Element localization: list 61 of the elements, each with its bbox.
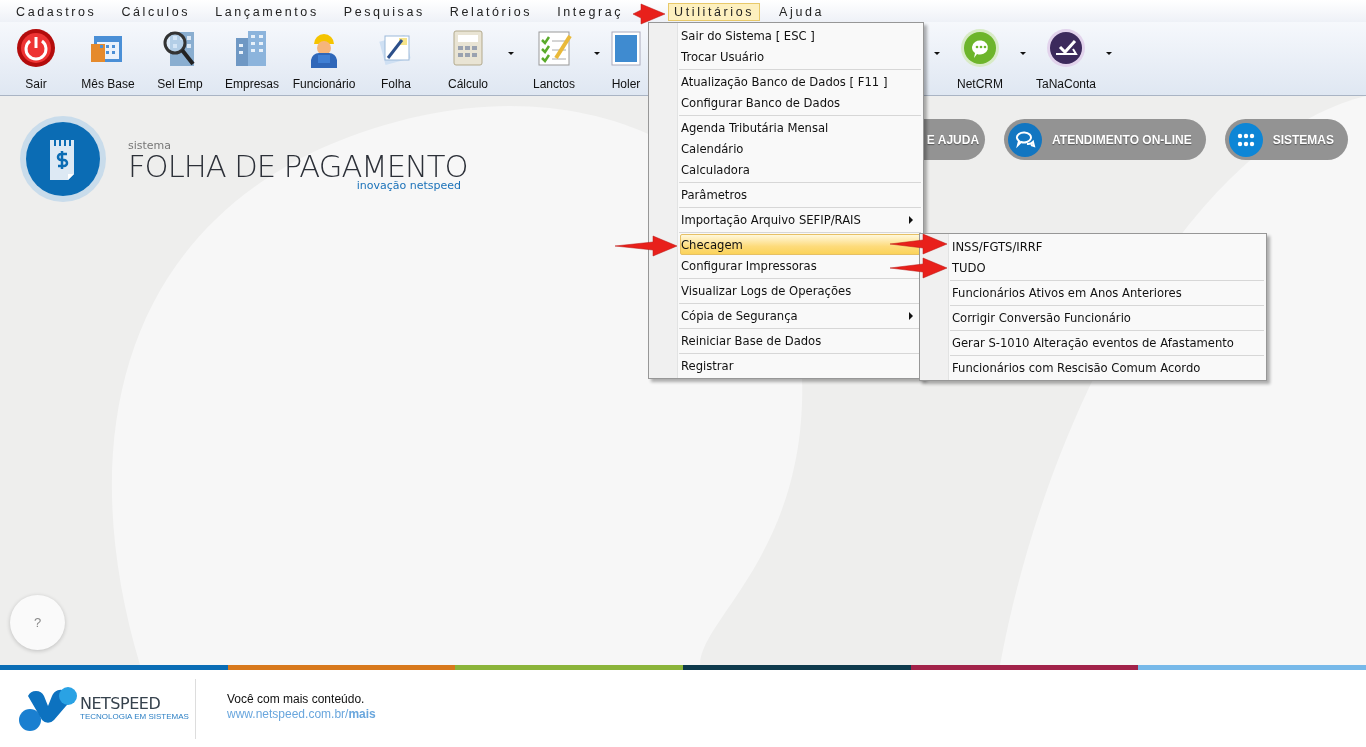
chat-icon [1008, 122, 1043, 157]
toolbar-button[interactable]: Sair [0, 22, 72, 95]
menu-bar-item[interactable]: Lançamentos [209, 3, 325, 21]
menu-item[interactable]: Agenda Tributária Mensal [680, 117, 921, 138]
tagline: inovação netspeed [356, 180, 461, 192]
system-label: sistema [128, 140, 173, 152]
menu-item[interactable]: Visualizar Logs de Operações [680, 280, 921, 301]
checkmark-icon [1046, 28, 1086, 68]
menu-item[interactable]: Funcionários com Rescisão Comum Acordo [951, 357, 1264, 378]
dropdown-caret-icon[interactable] [508, 52, 514, 55]
menu-item[interactable]: Configurar Banco de Dados [680, 92, 921, 113]
menu-item[interactable]: Importação Arquivo SEFIP/RAIS [680, 209, 921, 230]
toolbar-button[interactable]: Empresas [216, 22, 288, 95]
dropdown-caret-icon[interactable] [594, 52, 600, 55]
menu-item[interactable]: Sair do Sistema [ ESC ] [680, 25, 921, 46]
menu-item[interactable]: Cópia de Segurança [680, 305, 921, 326]
menu-item[interactable]: TUDO [951, 257, 1264, 278]
annotation-arrow [890, 233, 947, 255]
menu-item[interactable]: Parâmetros [680, 184, 921, 205]
toolbar-button[interactable]: Mês Base [72, 22, 144, 95]
menu-item[interactable]: Corrigir Conversão Funcionário [951, 307, 1264, 328]
toolbar-button[interactable]: Lanctos [518, 22, 590, 95]
menu-bar-item[interactable]: Ajuda [773, 3, 831, 21]
footer-headline: Você com mais conteúdo. [227, 691, 366, 707]
menu-item[interactable]: INSS/FGTS/IRRF [951, 236, 1264, 257]
menu-bar-item[interactable]: Utilitários [668, 3, 761, 21]
menu-item[interactable]: Atualização Banco de Dados [ F11 ] [680, 71, 921, 92]
toolbar-button[interactable]: Cálculo [432, 22, 504, 95]
menu-bar-item[interactable]: Relatórios [443, 3, 539, 21]
toolbar-button[interactable]: NetCRM [944, 22, 1016, 95]
payroll-logo-icon [20, 116, 106, 202]
toolbar-button[interactable]: TaNaConta [1030, 22, 1102, 95]
annotation-arrow [615, 235, 677, 257]
menu-bar-item[interactable]: Cadastros [10, 3, 103, 21]
menu-item[interactable]: Registrar [680, 355, 921, 376]
brand-tagline: TECNOLOGIA EM SISTEMAS [80, 712, 189, 722]
menu-item[interactable]: Reiniciar Base de Dados [680, 330, 921, 351]
brand-name: NETSPEED [80, 695, 162, 712]
menu-item[interactable]: Trocar Usuário [680, 46, 921, 67]
apps-grid-icon [1228, 122, 1263, 157]
dropdown-caret-icon[interactable] [1106, 52, 1112, 55]
toolbar-button[interactable]: Holer [604, 22, 648, 95]
menu-bar-item[interactable]: Integraç [551, 3, 630, 21]
dropdown-caret-icon[interactable] [934, 52, 940, 55]
toolbar-button[interactable]: Funcionário [288, 22, 360, 95]
annotation-arrow [890, 257, 947, 279]
brand-logo-icon [18, 685, 78, 732]
menu-item[interactable]: Calendário [680, 138, 921, 159]
menu-bar-item[interactable]: Cálculos [115, 3, 197, 21]
menu-item[interactable]: Checagem [680, 234, 921, 255]
power-icon [16, 28, 56, 68]
toolbar-button[interactable]: Sel Emp [144, 22, 216, 95]
menu-item[interactable]: Gerar S-1010 Alteração eventos de Afastamento [951, 332, 1264, 353]
menu-item[interactable]: Calculadora [680, 159, 921, 180]
dropdown-caret-icon[interactable] [1020, 52, 1026, 55]
chat-icon [960, 28, 1000, 68]
annotation-arrow [633, 3, 665, 25]
toolbar-button[interactable]: Folha [360, 22, 432, 95]
menu-bar-item[interactable]: Pesquisas [337, 3, 431, 21]
app-title: FOLHA DE PAGAMENTO [128, 152, 468, 182]
menu-item[interactable]: Funcionários Ativos em Anos Anteriores [951, 282, 1264, 303]
